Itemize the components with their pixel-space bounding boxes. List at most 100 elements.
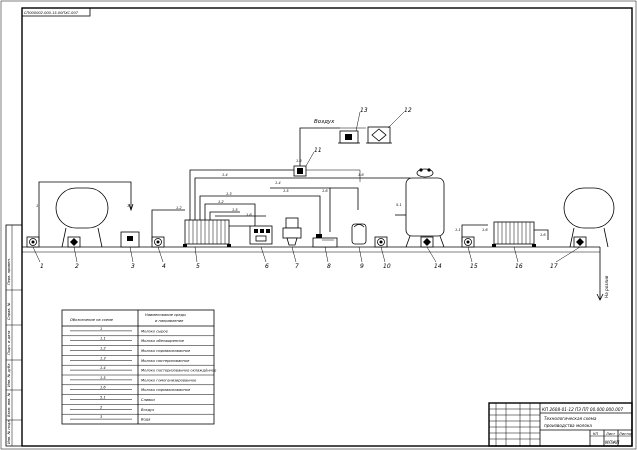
legend-row-name: Воздух [141, 408, 155, 412]
legend-row-code: 1.2 [100, 347, 106, 351]
legend-header-name: Наименование среды [145, 313, 186, 317]
line-label-c: 1.2 [176, 206, 182, 210]
line-label-o: 1.1 [455, 228, 461, 232]
equipment-label-9: 9 [360, 263, 364, 270]
side-strip: Перв. примен. Справ. № Подп. и дата Инв.… [5, 224, 23, 447]
legend-row-code: 5.1 [100, 396, 106, 400]
equipment-label-15: 15 [470, 263, 478, 270]
equipment-label-13: 13 [360, 107, 368, 114]
line-label-j: 1.5 [283, 189, 289, 193]
line-label-i: 1.4 [275, 181, 281, 185]
line-label-h: 1.6 [246, 213, 252, 217]
legend-row-name: Сливки [141, 398, 155, 402]
drawing-frame [21, 7, 633, 447]
line-label-m: 5.1 [396, 203, 402, 207]
line-separator [270, 187, 331, 232]
outlet-arrow [596, 247, 604, 301]
line-1-2-loop [189, 169, 300, 220]
equipment-3-vessel [120, 231, 140, 248]
equipment-13-compressor [338, 130, 360, 144]
equipment-6-homogenizer [249, 225, 273, 245]
equipment-16-plate-cooler [492, 221, 536, 247]
line-label-f: 1.2 [218, 200, 224, 204]
equipment-label-7: 7 [295, 263, 299, 270]
equipment-11-filter [293, 165, 307, 177]
top-left-stamp-text: СП000002.000.15.00ПХС.007 [24, 11, 79, 15]
equipment-label-3: 3 [131, 263, 135, 270]
equipment-label-1: 1 [40, 263, 44, 270]
process-flow-diagram: СП000002.000.15.00ПХС.007 Перв. примен. … [0, 0, 637, 450]
legend-row-name: Молоко нормализованное [141, 388, 191, 392]
legend-row-code: 1 [100, 327, 102, 331]
title-org: МЛЖП [605, 440, 620, 445]
equipment-label-16: 16 [515, 263, 523, 270]
equipment-7-separator [282, 217, 302, 246]
legend-table: Обозначение на схеме Наименование среды … [61, 309, 215, 425]
equipment-label-2: 2 [75, 263, 79, 270]
equipment-label-5: 5 [196, 263, 200, 270]
equipment-2-horizontal-tank [55, 187, 109, 248]
line-label-k: 1.6 [358, 173, 364, 177]
side-strip-label-2: Справ. № [7, 302, 11, 320]
legend-rows: 1 Молоко сырое 1.1 Молоко обезжиренное 1.2 Мо… [62, 327, 217, 422]
side-strip-label-3: Подп. и дата [7, 331, 11, 355]
line-to-13 [300, 169, 361, 182]
equipment-14-vertical-tank [405, 168, 445, 248]
side-strip-label-5: Взам. инв. № [7, 392, 11, 417]
legend-row-code: 1.4 [100, 366, 106, 370]
title-sheets-label: Листов [618, 432, 632, 436]
legend-header-name-2: и направление [155, 319, 184, 323]
legend-row-code: 1.5 [100, 376, 106, 380]
equipment-12-receiver [366, 126, 392, 144]
equipment-9-buffer [351, 223, 367, 245]
line-label-e: 1.3 [226, 192, 232, 196]
legend-row-name: Молоко гомогенизированное [141, 378, 197, 382]
title-doc-code: КП 2608-01-12 ПЗ ПП 00.000.000.007 [542, 407, 624, 412]
equipment-label-4: 4 [162, 263, 166, 270]
line-label-a: 1 [36, 204, 38, 208]
equipment-15-pump [461, 236, 475, 248]
equipment-8-unit [312, 234, 338, 248]
legend-row-code: 1.6 [100, 386, 106, 390]
equipment-label-12: 12 [404, 107, 412, 114]
title-line-1: Технологическая схема [544, 416, 597, 421]
line-cream [330, 187, 359, 210]
side-strip-label-6: Инв. № подл. [7, 419, 11, 444]
equipment-label-8: 8 [327, 263, 331, 270]
line-label-d: 1.4 [222, 173, 228, 177]
legend-row-code: 3 [100, 415, 103, 419]
legend-row-name: Молоко сырое [141, 329, 169, 333]
title-stage: КП [593, 432, 599, 436]
legend-row-name: Молоко пастеризованное охлаждённое [141, 369, 217, 373]
title-sheet-label: Лист [605, 432, 616, 436]
title-block: КП 2608-01-12 ПЗ ПП 00.000.000.007 Техно… [488, 402, 633, 447]
line-label-b: 1 [127, 204, 129, 208]
equipment-10-pump [374, 236, 388, 248]
top-left-stamp: СП000002.000.15.00ПХС.007 [21, 7, 91, 17]
line-label-q: 1.6 [540, 233, 546, 237]
legend-row-name: Молоко нормализованное [141, 349, 191, 353]
legend-row-code: 1.3 [100, 356, 106, 360]
legend-row-code: 1.1 [100, 337, 106, 341]
side-strip-label-1: Перв. примен. [7, 258, 11, 285]
line-label-n: 1.6 [296, 159, 302, 163]
equipment-label-11: 11 [314, 147, 322, 154]
legend-row-code: 2 [100, 405, 103, 409]
legend-header-code: Обозначение на схеме [70, 318, 114, 322]
equipment-4-pump [151, 236, 165, 248]
equipment-5-plate-exchanger [183, 219, 231, 247]
equipment-label-6: 6 [265, 263, 269, 270]
side-strip-label-4: Инв. № дубл. [7, 362, 11, 387]
equipment-label-10: 10 [383, 263, 391, 270]
line-label-p: 1.6 [482, 228, 488, 232]
legend-row-name: Вода [141, 418, 150, 422]
line-1-4 [194, 177, 411, 220]
title-line-2: производства молока [544, 423, 592, 428]
equipment-leaders: 1 2 3 4 5 6 7 8 9 10 11 12 13 14 15 16 1… [32, 107, 581, 270]
equipment-17-storage-tank [563, 187, 615, 248]
outlet-label: На розлив [604, 275, 609, 298]
legend-row-name: Молоко пастеризованное [141, 359, 190, 363]
line-label-g: 1.5 [232, 208, 238, 212]
legend-row-name: Молоко обезжиренное [141, 339, 185, 343]
equipment-label-14: 14 [434, 263, 442, 270]
